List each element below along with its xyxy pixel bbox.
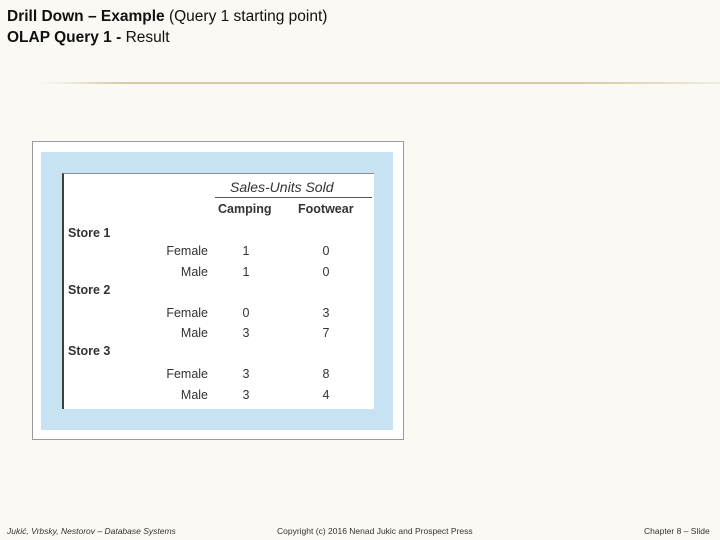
column-header-camping: Camping <box>218 202 272 216</box>
gender-label: Female <box>166 367 208 381</box>
gender-label: Male <box>180 265 208 279</box>
slide-title-line-1: Drill Down – Example (Query 1 starting p… <box>7 6 327 27</box>
gender-label: Female <box>166 306 208 320</box>
title-line-1-bold: Drill Down – Example <box>7 8 165 25</box>
footwear-value: 3 <box>322 306 330 320</box>
gender-label: Male <box>180 388 208 402</box>
store-label: Store 1 <box>68 226 111 240</box>
measure-title: Sales-Units Sold <box>230 179 334 195</box>
footwear-value: 0 <box>322 265 330 279</box>
camping-value: 1 <box>242 265 250 279</box>
measure-underline <box>215 197 372 198</box>
camping-value: 3 <box>242 326 250 340</box>
title-line-1-rest: (Query 1 starting point) <box>164 8 328 25</box>
footwear-value: 0 <box>322 244 330 258</box>
footwear-value: 8 <box>322 367 330 381</box>
title-divider <box>40 82 720 84</box>
footer-authors: Jukić, Vrbsky, Nestorov – Database Syste… <box>7 526 176 536</box>
column-header-footwear: Footwear <box>298 202 354 216</box>
slide-title: Drill Down – Example (Query 1 starting p… <box>7 6 327 48</box>
footer-copyright: Copyright (c) 2016 Nenad Jukic and Prosp… <box>277 526 473 536</box>
store-label: Store 2 <box>68 283 111 297</box>
camping-value: 1 <box>242 244 250 258</box>
footwear-value: 4 <box>322 388 330 402</box>
gender-label: Female <box>166 244 208 258</box>
camping-value: 0 <box>242 306 250 320</box>
slide-title-line-2: OLAP Query 1 - Result <box>7 27 327 48</box>
footwear-value: 7 <box>322 326 330 340</box>
title-line-2-rest: Result <box>121 29 170 46</box>
store-label: Store 3 <box>68 344 111 358</box>
footer-slide-number: Chapter 8 – Slide <box>644 526 710 536</box>
title-line-2-bold: OLAP Query 1 - <box>7 29 122 46</box>
camping-value: 3 <box>242 388 250 402</box>
camping-value: 3 <box>242 367 250 381</box>
gender-label: Male <box>180 326 208 340</box>
